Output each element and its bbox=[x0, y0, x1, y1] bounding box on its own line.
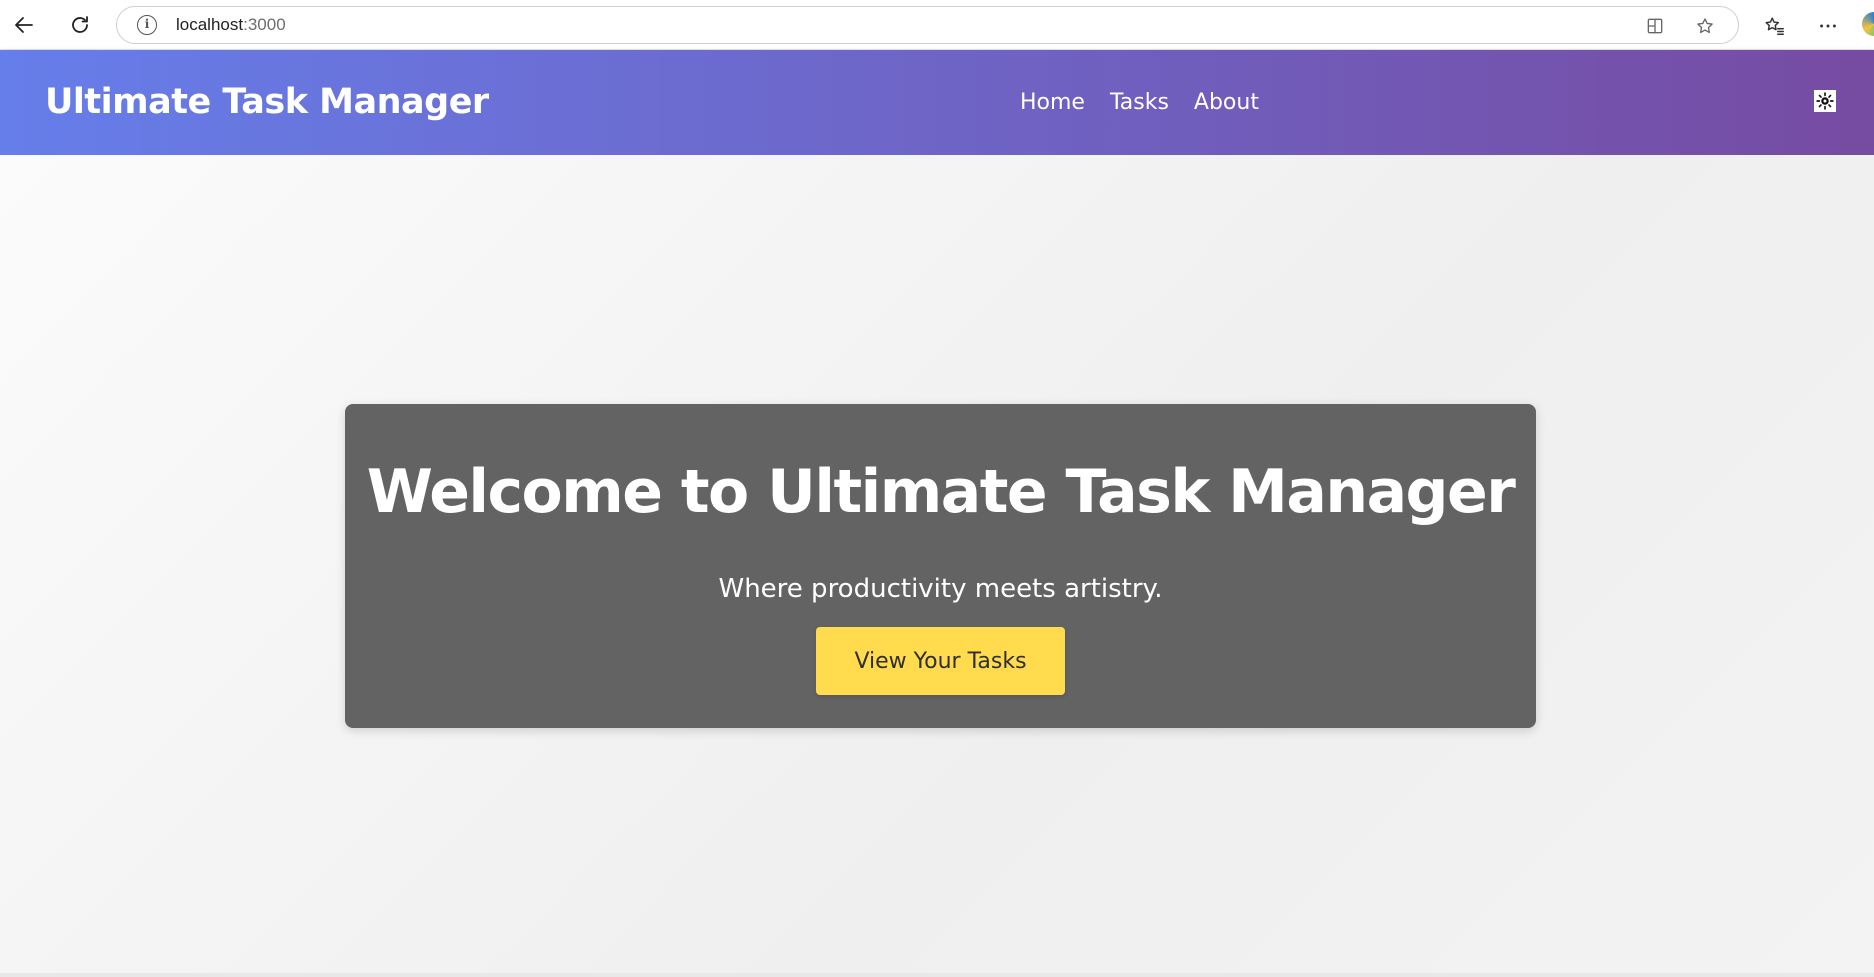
more-menu-button[interactable] bbox=[1813, 11, 1843, 41]
refresh-button[interactable] bbox=[62, 7, 98, 43]
back-button[interactable] bbox=[6, 7, 42, 43]
page-bottom-divider bbox=[0, 973, 1874, 977]
hero-title: Welcome to Ultimate Task Manager bbox=[366, 457, 1516, 527]
nav-link-home[interactable]: Home bbox=[1020, 90, 1085, 115]
theme-toggle-button[interactable] bbox=[1814, 90, 1836, 112]
hero-subtitle: Where productivity meets artistry. bbox=[718, 574, 1163, 604]
split-screen-icon bbox=[1647, 18, 1663, 34]
nav-links: Home Tasks About bbox=[1020, 50, 1259, 155]
brand-title[interactable]: Ultimate Task Manager bbox=[45, 50, 489, 155]
nav-link-about[interactable]: About bbox=[1194, 90, 1259, 115]
nav-link-tasks[interactable]: Tasks bbox=[1110, 90, 1169, 115]
view-tasks-button[interactable]: View Your Tasks bbox=[816, 627, 1065, 695]
favorite-star-button[interactable] bbox=[1692, 13, 1718, 39]
hero-card: Welcome to Ultimate Task Manager Where p… bbox=[345, 404, 1536, 728]
info-icon[interactable]: i bbox=[137, 15, 157, 35]
favorites-list-icon bbox=[1765, 17, 1784, 35]
sun-icon bbox=[1816, 92, 1834, 110]
favorites-list-button[interactable] bbox=[1760, 11, 1790, 41]
app-navbar: Ultimate Task Manager Home Tasks About bbox=[0, 50, 1874, 155]
browser-logo-icon bbox=[1862, 12, 1874, 36]
refresh-icon bbox=[72, 16, 88, 33]
browser-toolbar: i localhost:3000 bbox=[0, 0, 1874, 50]
address-bar[interactable]: i localhost:3000 bbox=[116, 6, 1739, 44]
split-screen-button[interactable] bbox=[1642, 13, 1668, 39]
more-horizontal-icon bbox=[1820, 24, 1836, 28]
star-icon bbox=[1697, 18, 1713, 34]
main-content: Welcome to Ultimate Task Manager Where p… bbox=[0, 155, 1874, 973]
url-host: localhost bbox=[176, 15, 244, 34]
url-text[interactable]: localhost:3000 bbox=[176, 7, 286, 43]
url-port: :3000 bbox=[243, 15, 286, 34]
back-arrow-icon bbox=[15, 17, 33, 33]
